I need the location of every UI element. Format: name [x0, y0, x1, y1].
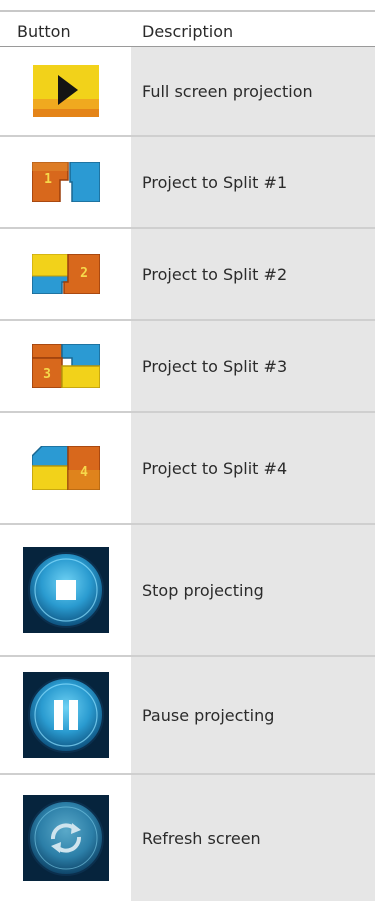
description-cell: Pause projecting	[131, 657, 375, 773]
table-row: 3 Project to Split #3	[0, 321, 375, 413]
split-4-number: 4	[80, 465, 88, 480]
table-row: 1 Project to Split #1	[0, 137, 375, 229]
split-1-number: 1	[44, 172, 52, 187]
button-cell	[0, 525, 131, 655]
description-cell: Refresh screen	[131, 775, 375, 901]
header-button-column: Button	[17, 22, 71, 41]
description-cell: Stop projecting	[131, 525, 375, 655]
button-cell: 2	[0, 229, 131, 319]
split-2-icon[interactable]: 2	[31, 254, 100, 294]
pause-icon[interactable]	[22, 672, 109, 758]
table-row: 4 Project to Split #4	[0, 413, 375, 525]
stop-icon[interactable]	[22, 547, 109, 633]
table-row: Stop projecting	[0, 525, 375, 657]
table-row: Pause projecting	[0, 657, 375, 775]
split-4-icon[interactable]: 4	[31, 446, 100, 490]
split-2-number: 2	[80, 266, 88, 281]
button-cell: 4	[0, 413, 131, 523]
refresh-icon[interactable]	[22, 795, 109, 881]
description-cell: Project to Split #1	[131, 137, 375, 227]
description-cell: Project to Split #3	[131, 321, 375, 411]
description-cell: Full screen projection	[131, 47, 375, 135]
full-screen-projection-icon[interactable]	[32, 65, 99, 117]
table-row: Refresh screen	[0, 775, 375, 901]
split-3-number: 3	[43, 367, 51, 382]
table-row: Full screen projection	[0, 47, 375, 137]
description-cell: Project to Split #2	[131, 229, 375, 319]
table-row: 2 Project to Split #2	[0, 229, 375, 321]
button-cell	[0, 47, 131, 135]
header-description-column: Description	[142, 22, 234, 41]
button-cell: 1	[0, 137, 131, 227]
description-cell: Project to Split #4	[131, 413, 375, 523]
split-3-icon[interactable]: 3	[31, 344, 100, 388]
button-cell: 3	[0, 321, 131, 411]
button-cell	[0, 657, 131, 773]
split-1-icon[interactable]: 1	[31, 162, 100, 202]
button-cell	[0, 775, 131, 901]
button-description-table: Button Description Full screen projectio…	[0, 10, 375, 901]
table-header: Button Description	[0, 12, 375, 47]
